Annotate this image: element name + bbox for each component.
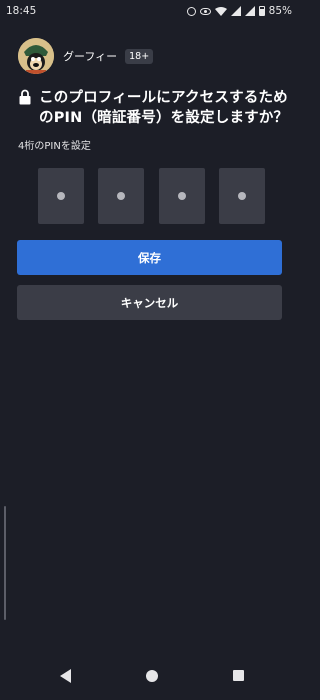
question-text: このプロフィールにアクセスするためのPIN（暗証番号）を設定しますか？	[39, 90, 289, 126]
pin-entry[interactable]	[38, 168, 265, 224]
status-bar: 18:45 85%	[0, 0, 300, 22]
age-rating-badge: 18+	[125, 48, 154, 64]
pin-dot	[117, 192, 126, 200]
status-icons: 85%	[186, 5, 292, 17]
signal-icon	[230, 6, 241, 16]
signal-icon-2	[244, 6, 255, 16]
avatar	[18, 38, 54, 74]
save-button[interactable]: 保存	[17, 240, 282, 275]
pin-question: このプロフィールにアクセスするためのPIN（暗証番号）を設定しますか？	[19, 88, 289, 128]
battery-percent: 85%	[268, 5, 292, 17]
cancel-button[interactable]: キャンセル	[17, 285, 282, 320]
scrollbar[interactable]	[4, 506, 6, 620]
back-icon[interactable]	[60, 669, 72, 683]
screen: 18:45 85% グーフィー 18+ このプロフィールにアクセスするためのPI…	[0, 0, 300, 700]
navigation-bar	[0, 652, 300, 700]
eye-icon	[199, 7, 211, 15]
wifi-icon	[214, 6, 227, 16]
lock-icon	[19, 89, 31, 105]
pin-digit-4[interactable]	[218, 168, 265, 224]
profile-header: グーフィー 18+	[18, 38, 154, 74]
status-time: 18:45	[6, 5, 37, 17]
battery-icon	[258, 6, 265, 16]
pin-digit-2[interactable]	[98, 168, 145, 224]
pin-digit-1[interactable]	[38, 168, 84, 224]
pin-dot	[237, 192, 246, 200]
profile-name: グーフィー	[63, 50, 118, 63]
alarm-icon	[186, 6, 196, 16]
pin-dot	[177, 192, 186, 200]
goofy-avatar-icon	[18, 38, 54, 74]
pin-hint: 4桁のPINを設定	[18, 141, 91, 152]
pin-digit-3[interactable]	[158, 168, 205, 224]
recents-icon[interactable]	[233, 670, 244, 681]
pin-dot	[57, 192, 65, 200]
home-icon[interactable]	[146, 670, 158, 682]
